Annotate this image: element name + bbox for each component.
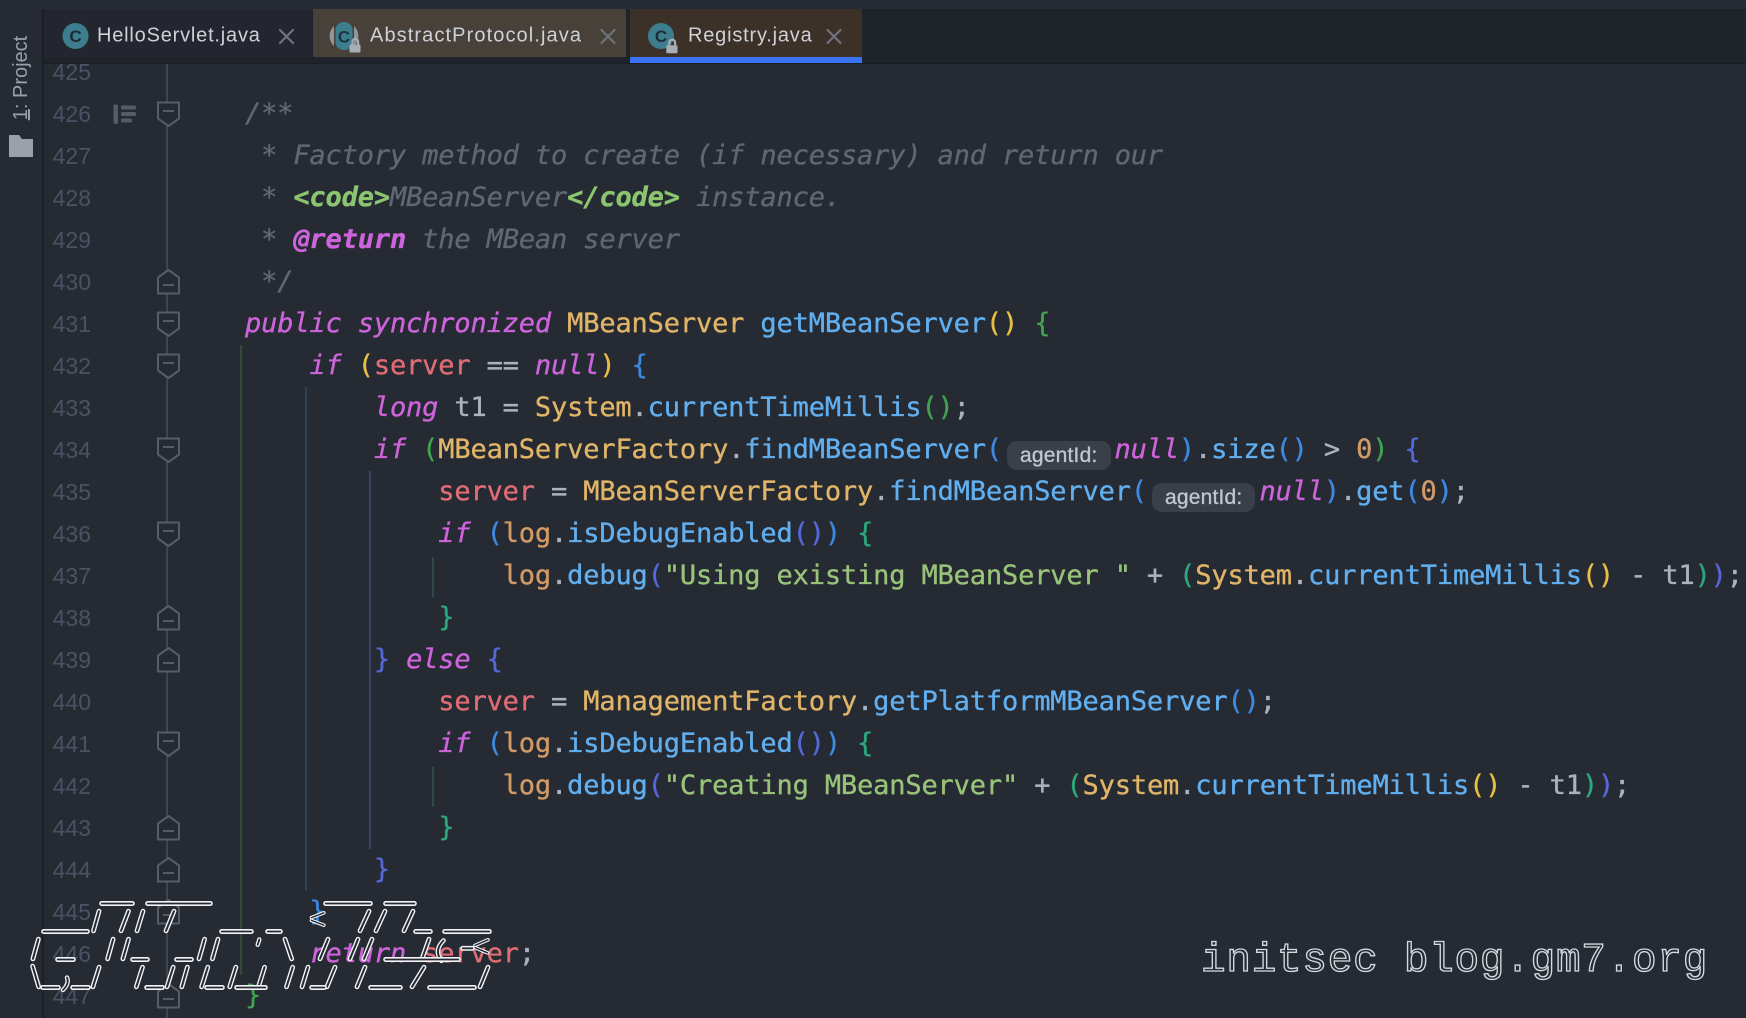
svg-text:C: C — [655, 27, 667, 46]
